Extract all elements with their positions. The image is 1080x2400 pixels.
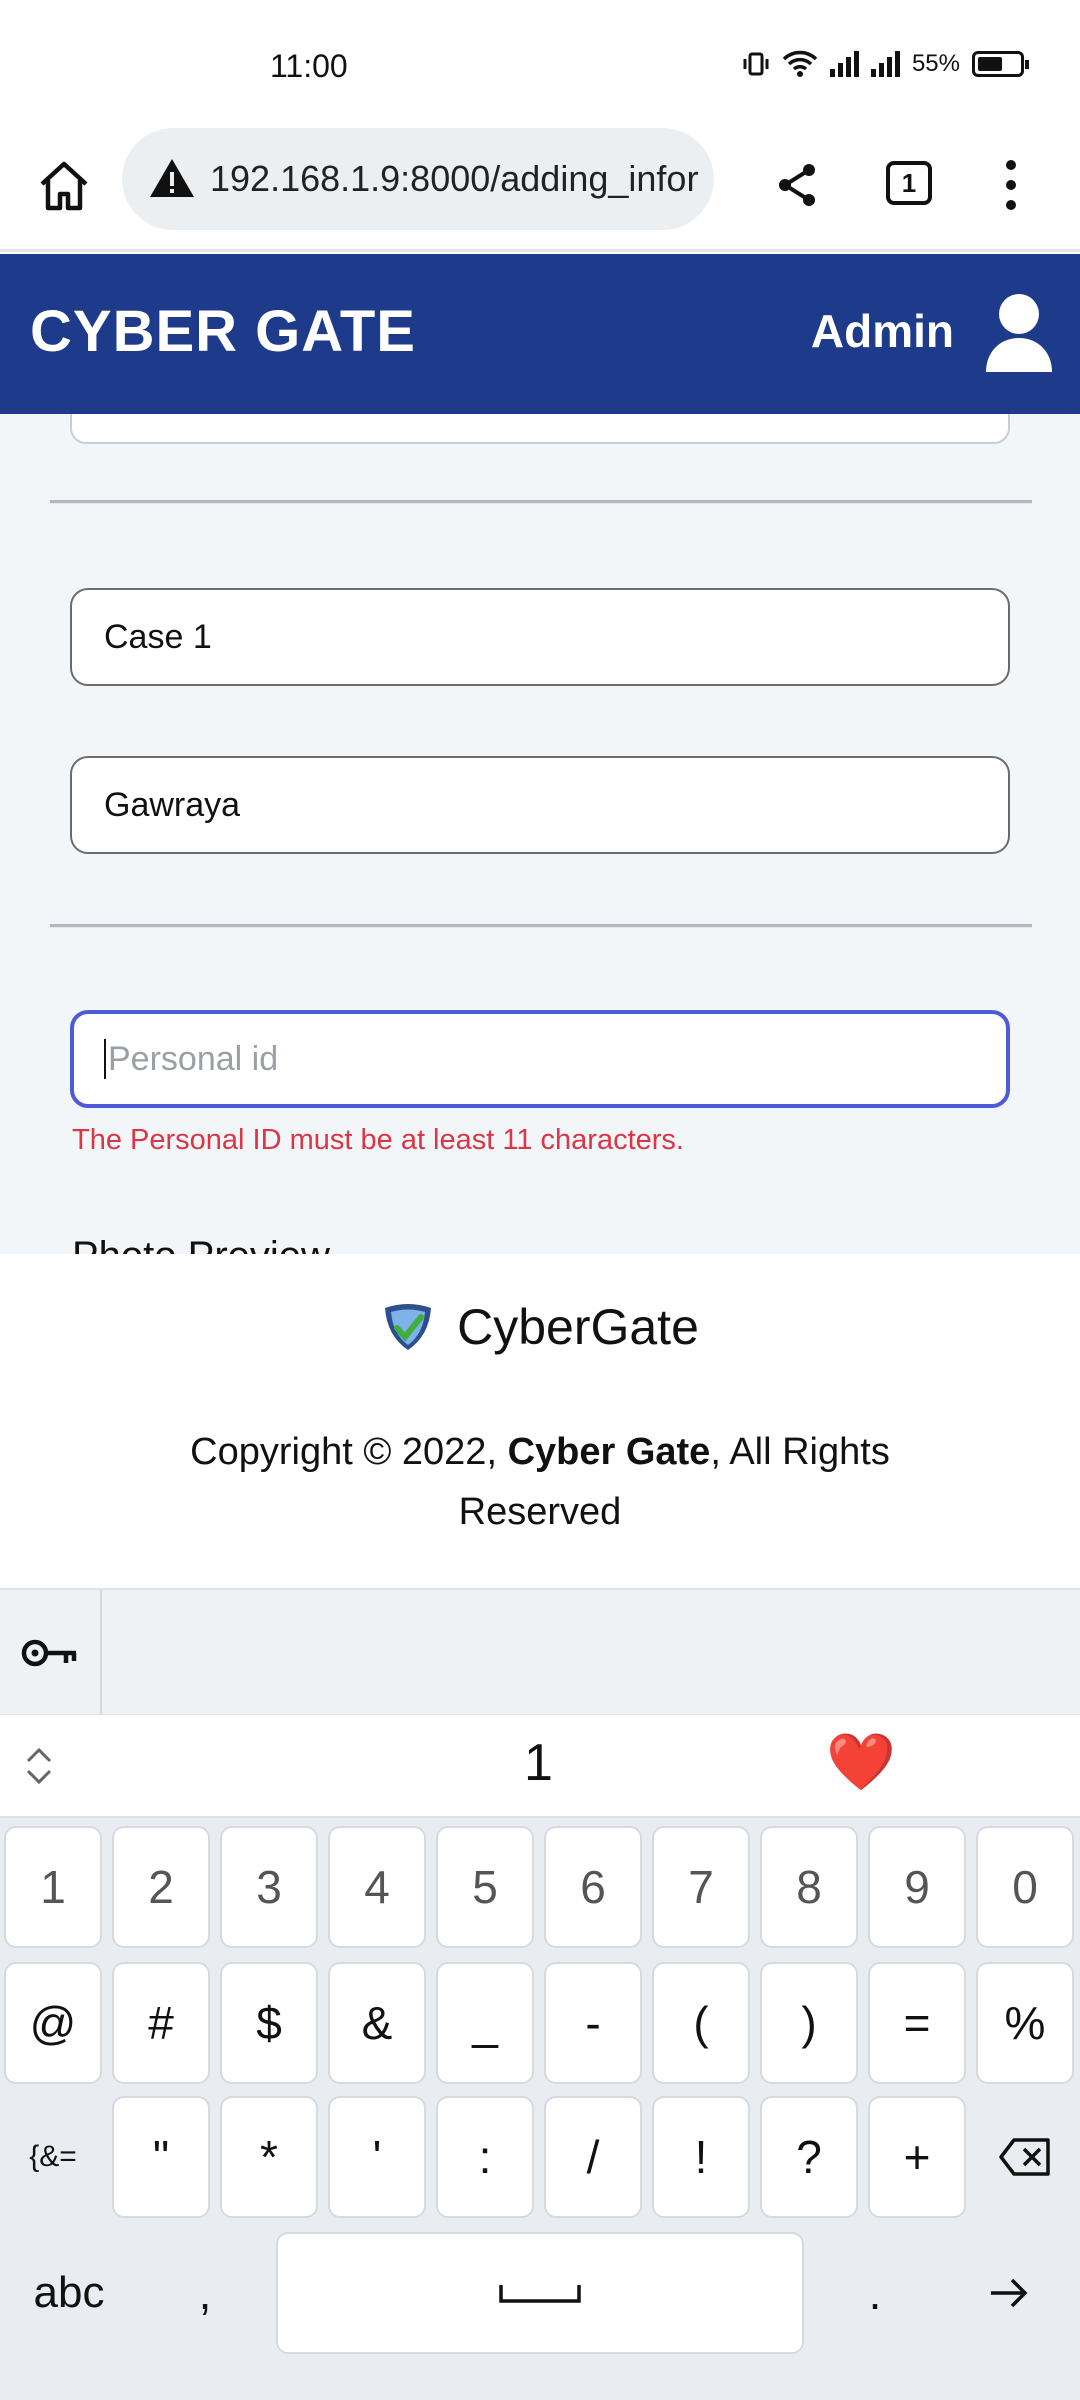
home-icon: [40, 161, 88, 211]
battery-icon: [972, 51, 1029, 77]
shield-logo-icon: [385, 1304, 432, 1350]
key-percent[interactable]: %: [976, 1962, 1074, 2084]
browser-toolbar: 192.168.1.9:8000/adding_infor 1: [0, 128, 1080, 252]
copyright-company: Cyber Gate: [507, 1431, 711, 1473]
case-value: Case 1: [104, 617, 212, 656]
backspace-icon: [999, 2138, 1050, 2176]
enter-key[interactable]: [960, 2232, 1058, 2354]
copyright-prefix: Copyright © 2022,: [190, 1431, 508, 1473]
copyright-text: Copyright © 2022, Cyber Gate, All Rights…: [140, 1422, 940, 1542]
status-icons: 55%: [742, 50, 1029, 78]
signal-icon-2: [870, 51, 900, 77]
key-hash[interactable]: #: [112, 1962, 210, 2084]
arrow-right-icon: [991, 2278, 1028, 2308]
key-question[interactable]: ?: [760, 2096, 858, 2218]
key-asterisk[interactable]: *: [220, 2096, 318, 2218]
key-icon: [21, 1639, 77, 1667]
personal-id-error: The Personal ID must be at least 11 char…: [72, 1124, 684, 1156]
key-0[interactable]: 0: [976, 1826, 1074, 1948]
key-plus[interactable]: +: [868, 2096, 966, 2218]
footer-logo-name: CyberGate: [457, 1299, 699, 1355]
brand-title[interactable]: CYBER GATE: [30, 298, 416, 365]
comma-key[interactable]: ,: [156, 2232, 254, 2354]
battery-percent: 55%: [911, 50, 960, 77]
suggestion-heart[interactable]: ❤️: [826, 1729, 896, 1795]
key-7[interactable]: 7: [652, 1826, 750, 1948]
suggestion-bar: 1 ❤️: [0, 1714, 1080, 1818]
key-close-paren[interactable]: ): [760, 1962, 858, 2084]
key-open-paren[interactable]: (: [652, 1962, 750, 2084]
admin-label[interactable]: Admin: [811, 304, 954, 358]
key-underscore[interactable]: _: [436, 1962, 534, 2084]
key-equals[interactable]: =: [868, 1962, 966, 2084]
location-field[interactable]: Gawraya: [70, 756, 1010, 854]
key-6[interactable]: 6: [544, 1826, 642, 1948]
key-hyphen[interactable]: -: [544, 1962, 642, 2084]
key-5[interactable]: 5: [436, 1826, 534, 1948]
expand-collapse-icon[interactable]: [24, 1745, 54, 1787]
key-ampersand[interactable]: &: [328, 1962, 426, 2084]
personal-id-input[interactable]: Personal id: [70, 1010, 1010, 1108]
vibrate-icon: [743, 52, 769, 76]
status-time: 11:00: [270, 48, 348, 84]
key-4[interactable]: 4: [328, 1826, 426, 1948]
key-apostrophe[interactable]: ': [328, 2096, 426, 2218]
key-double-quote[interactable]: ": [112, 2096, 210, 2218]
divider: [50, 924, 1032, 928]
wifi-icon: [782, 50, 818, 77]
previous-field[interactable]: [70, 414, 1010, 444]
key-colon[interactable]: :: [436, 2096, 534, 2218]
key-exclamation[interactable]: !: [652, 2096, 750, 2218]
divider: [50, 500, 1032, 504]
home-button[interactable]: [28, 150, 100, 222]
backspace-key[interactable]: [976, 2096, 1074, 2218]
tab-switcher-button[interactable]: 1: [878, 152, 940, 214]
address-bar[interactable]: 192.168.1.9:8000/adding_infor: [122, 128, 714, 230]
user-icon[interactable]: [984, 292, 1054, 372]
key-slash[interactable]: /: [544, 2096, 642, 2218]
location-value: Gawraya: [104, 785, 241, 824]
key-3[interactable]: 3: [220, 1826, 318, 1948]
status-bar: 11:00 55%: [0, 0, 1080, 128]
key-1[interactable]: 1: [4, 1826, 102, 1948]
password-key-button[interactable]: [0, 1590, 102, 1716]
key-at[interactable]: @: [4, 1962, 102, 2084]
key-more-symbols[interactable]: {&=: [4, 2096, 102, 2218]
browser-menu-button[interactable]: [986, 150, 1036, 220]
signal-icon: [829, 51, 859, 77]
keyboard-toolbar: [0, 1588, 1080, 1716]
key-2[interactable]: 2: [112, 1826, 210, 1948]
key-8[interactable]: 8: [760, 1826, 858, 1948]
app-header: CYBER GATE Admin: [0, 254, 1080, 414]
space-icon: [499, 2285, 581, 2303]
keyboard: 1 ❤️ 1 2 3 4 5 6 7 8 9 0 @ # $ & _ - ( )…: [0, 1588, 1080, 2400]
key-dollar[interactable]: $: [220, 1962, 318, 2084]
form-area: Case 1 Gawraya Personal id The Personal …: [0, 414, 1080, 1254]
tab-count: 1: [886, 161, 932, 205]
space-key[interactable]: [276, 2232, 804, 2354]
footer-logo[interactable]: CyberGate: [0, 1298, 1080, 1356]
key-9[interactable]: 9: [868, 1826, 966, 1948]
period-key[interactable]: .: [826, 2232, 924, 2354]
case-field[interactable]: Case 1: [70, 588, 1010, 686]
footer: CyberGate Copyright © 2022, Cyber Gate, …: [0, 1254, 1080, 1588]
text-caret: [104, 1039, 106, 1079]
abc-key[interactable]: abc: [4, 2232, 134, 2354]
share-button[interactable]: [762, 150, 832, 220]
warning-icon[interactable]: [148, 155, 196, 203]
photo-preview-label: Photo Preview: [72, 1234, 330, 1254]
personal-id-placeholder: Personal id: [108, 1039, 279, 1078]
suggestion-1[interactable]: 1: [524, 1733, 553, 1793]
url-text: 192.168.1.9:8000/adding_infor: [210, 158, 699, 199]
share-icon: [779, 164, 815, 206]
